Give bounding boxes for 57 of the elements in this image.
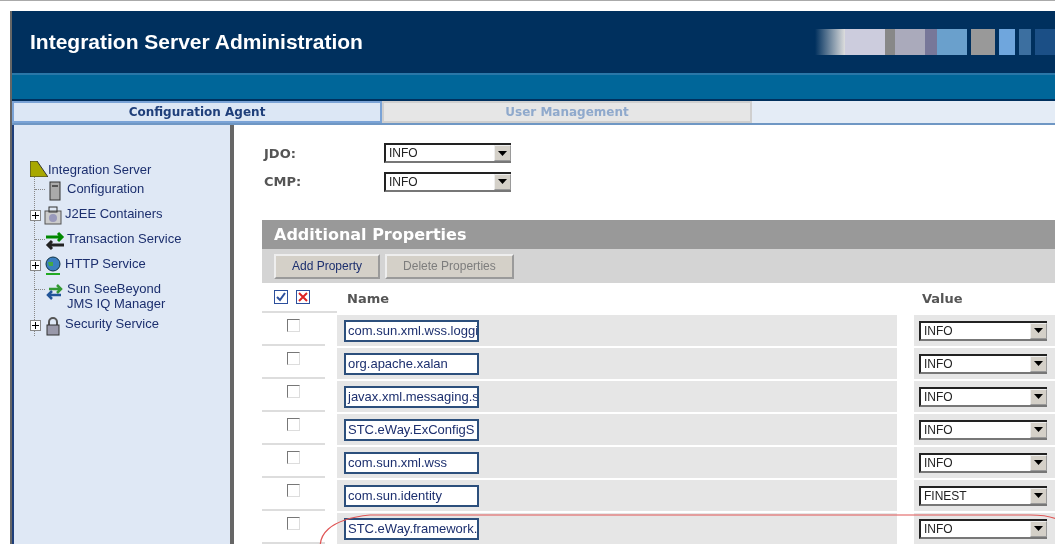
tree-item[interactable]: Integration Server (48, 161, 152, 177)
value-select[interactable]: INFO (919, 320, 1047, 341)
name-field[interactable]: com.sun.xml.wss (344, 451, 479, 474)
value-select[interactable]: INFO (919, 518, 1047, 539)
folder-icon (30, 161, 48, 177)
expand-icon[interactable] (30, 320, 41, 331)
caret-icon (1034, 361, 1043, 366)
add-button[interactable]: Add Property (274, 253, 381, 279)
tree-item[interactable]: Transaction Service (67, 231, 182, 246)
tree-item[interactable]: Configuration (67, 181, 145, 196)
row-checkbox[interactable] (287, 319, 300, 332)
globe-icon (43, 256, 63, 276)
tree-item[interactable]: J2EE Containers (65, 206, 163, 221)
field-label: CMP: (264, 174, 303, 190)
app-title: Integration Server Administration (30, 30, 363, 54)
container-icon (43, 206, 63, 226)
name-field[interactable]: org.apache.xalan (344, 352, 479, 375)
tab[interactable]: Configuration Agent (12, 101, 382, 123)
column-header: Value (922, 290, 963, 306)
level-select[interactable]: INFO (384, 171, 511, 192)
name-field[interactable]: com.sun.identity (344, 484, 479, 507)
value-select[interactable]: INFO (919, 452, 1047, 473)
row-checkbox[interactable] (287, 484, 300, 497)
check-all-icon[interactable] (274, 290, 288, 304)
caret-icon (498, 150, 507, 156)
tree-item[interactable]: Security Service (65, 316, 159, 331)
value-select[interactable]: FINEST (919, 485, 1047, 506)
caret-icon (1034, 427, 1043, 432)
value-select[interactable]: INFO (919, 419, 1047, 440)
lock-icon (43, 316, 63, 336)
uncheck-all-icon[interactable] (296, 290, 310, 304)
value-select[interactable]: INFO (919, 353, 1047, 374)
row-checkbox[interactable] (287, 451, 300, 464)
row-checkbox[interactable] (287, 385, 300, 398)
column-header: Name (346, 290, 390, 306)
arrows-icon (45, 231, 65, 251)
caret-icon (1034, 328, 1043, 333)
field-label: JDO: (264, 145, 297, 161)
exchange-icon (45, 281, 65, 301)
caret-icon (498, 179, 507, 185)
name-field[interactable]: STC.eWay.ExConfigS (344, 418, 479, 441)
caret-icon (1034, 526, 1043, 531)
row-checkbox[interactable] (287, 352, 300, 365)
expand-icon[interactable] (30, 210, 41, 221)
row-checkbox[interactable] (287, 517, 300, 530)
tree-item[interactable]: Sun SeeBeyond JMS IQ Manager (67, 281, 185, 311)
caret-icon (1034, 460, 1043, 465)
caret-icon (1034, 493, 1043, 498)
section-title: Additional Properties (262, 220, 1055, 249)
caret-icon (1034, 394, 1043, 399)
name-field[interactable]: com.sun.xml.wss.loggi (344, 319, 479, 342)
value-select[interactable]: INFO (919, 386, 1047, 407)
name-field[interactable]: STC.eWay.framework. (344, 517, 479, 540)
row-checkbox[interactable] (287, 418, 300, 431)
tree-item[interactable]: HTTP Service (65, 256, 146, 271)
level-select[interactable]: INFO (384, 143, 511, 164)
expand-icon[interactable] (30, 260, 41, 271)
